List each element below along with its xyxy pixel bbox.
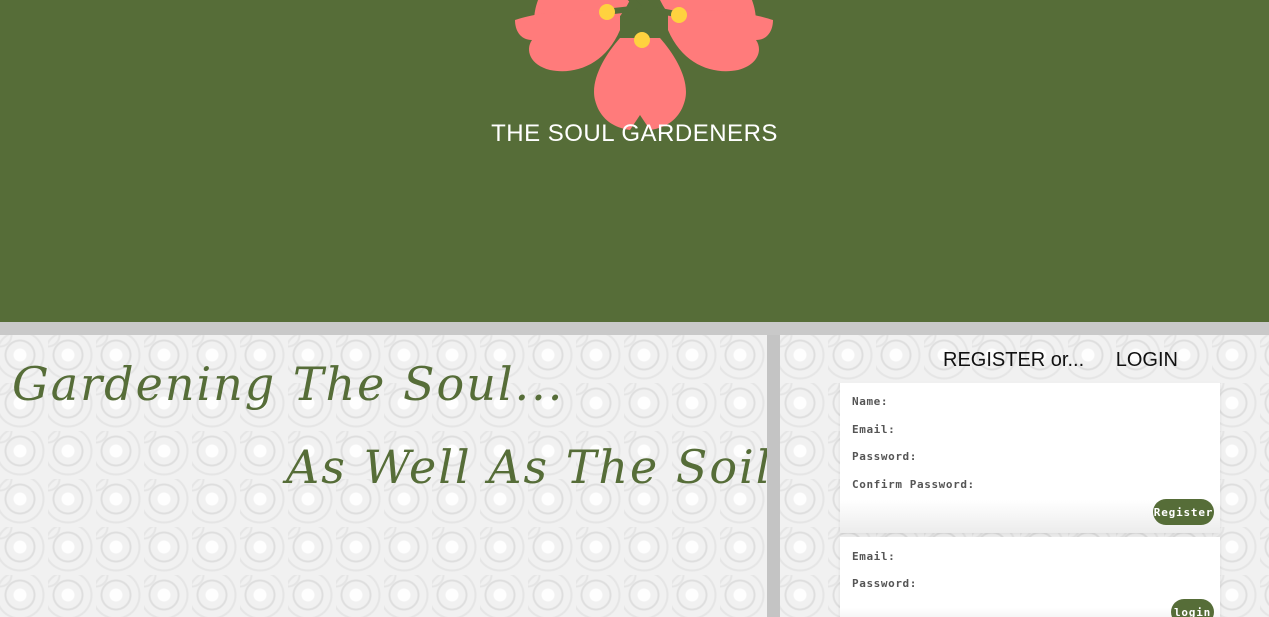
tab-login[interactable]: LOGIN xyxy=(1116,349,1178,372)
hero-tagline-line2: As Well As The Soil xyxy=(286,440,767,494)
register-email-label[interactable]: Email: xyxy=(852,423,895,436)
tab-register[interactable]: REGISTER or... xyxy=(943,349,1084,372)
register-name-label[interactable]: Name: xyxy=(852,395,888,408)
auth-panel: REGISTER or... LOGIN Name: Email: Passwo… xyxy=(780,335,1269,617)
panel-divider xyxy=(767,335,780,617)
login-form: Email: Password: login xyxy=(840,537,1220,617)
hero-panel: Gardening The Soul... As Well As The Soi… xyxy=(0,335,767,617)
register-confirm-password-label[interactable]: Confirm Password: xyxy=(852,478,975,491)
register-button[interactable]: Register xyxy=(1153,499,1214,525)
auth-tabs: REGISTER or... LOGIN xyxy=(943,349,1178,372)
login-email-label[interactable]: Email: xyxy=(852,550,895,563)
hero-tagline-line1: Gardening The Soul... xyxy=(12,357,565,411)
site-header: THE SOUL GARDENERS xyxy=(0,0,1269,322)
header-divider-band xyxy=(0,322,1269,335)
register-password-label[interactable]: Password: xyxy=(852,450,917,463)
login-button[interactable]: login xyxy=(1171,599,1214,617)
register-form: Name: Email: Password: Confirm Password:… xyxy=(840,383,1220,533)
login-password-label[interactable]: Password: xyxy=(852,577,917,590)
site-title: THE SOUL GARDENERS xyxy=(491,120,778,147)
flower-icon xyxy=(515,0,773,130)
